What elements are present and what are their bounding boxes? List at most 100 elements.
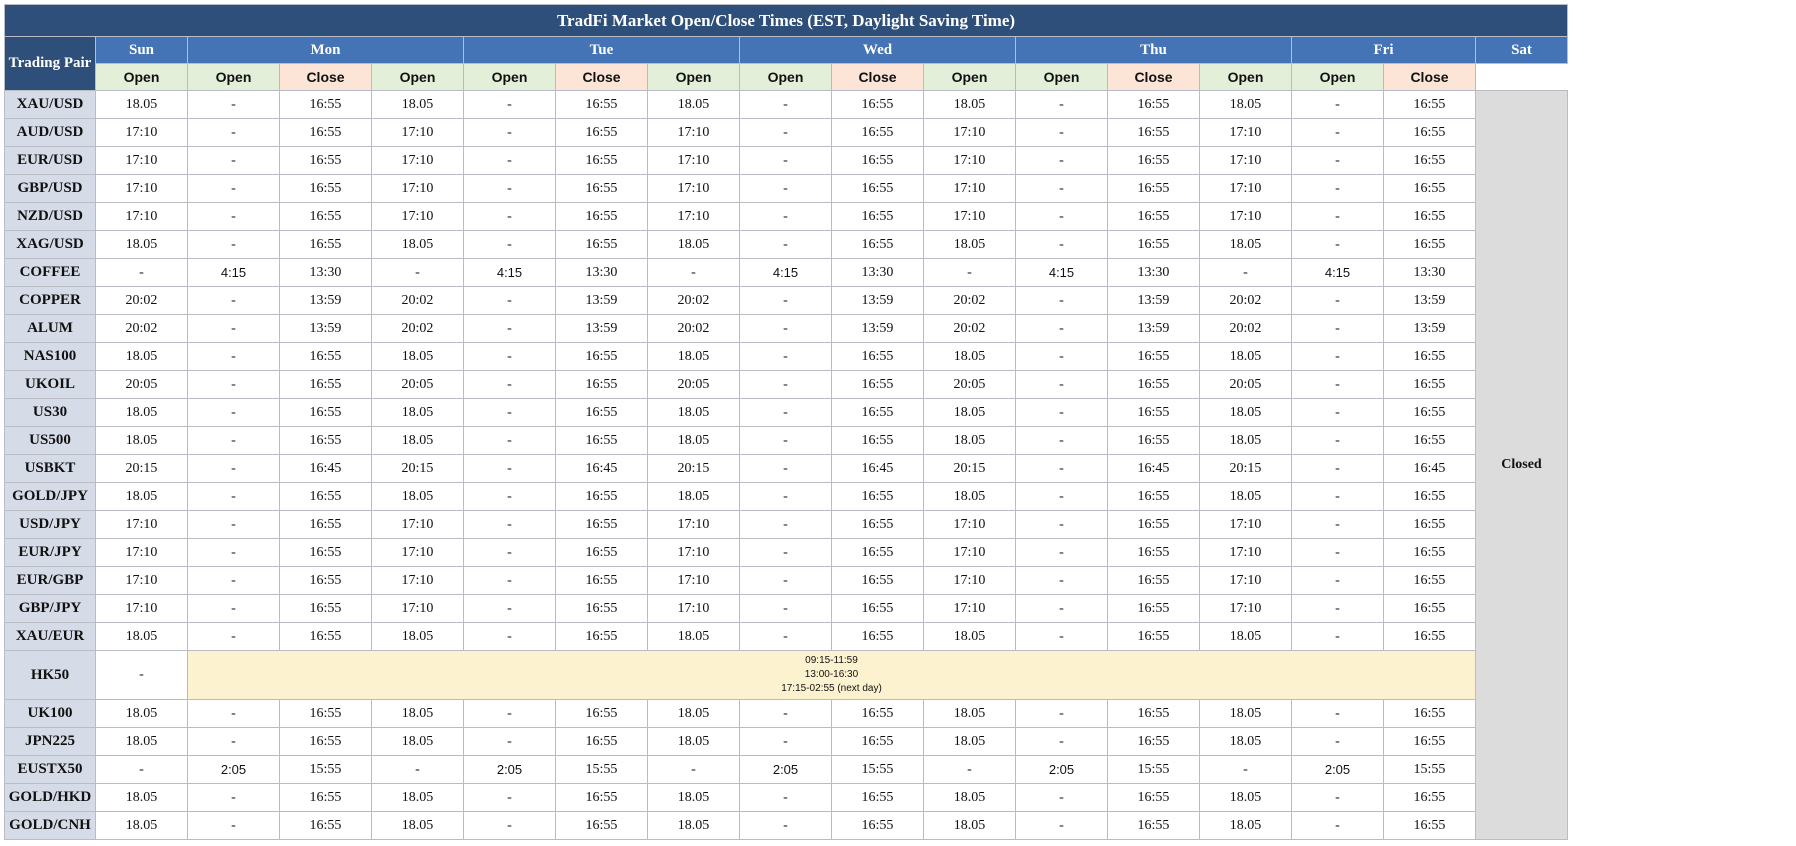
time-cell: 17:10 — [95, 594, 188, 623]
time-cell: 16:55 — [831, 342, 924, 371]
time-cell: 18.05 — [923, 727, 1016, 756]
time-cell: - — [95, 650, 188, 700]
time-cell: 18.05 — [923, 230, 1016, 259]
time-cell: 16:55 — [1383, 118, 1476, 147]
time-cell: - — [187, 90, 280, 119]
time-cell: 16:55 — [555, 783, 648, 812]
time-cell: - — [1291, 594, 1384, 623]
time-cell: - — [739, 482, 832, 511]
time-cell: - — [187, 370, 280, 399]
trading-pair-header: Trading Pair — [4, 36, 96, 91]
time-cell: 16:55 — [555, 174, 648, 203]
time-cell: - — [463, 811, 556, 840]
time-cell: 16:55 — [1383, 594, 1476, 623]
time-cell: 16:55 — [831, 699, 924, 728]
time-cell: 16:55 — [279, 146, 372, 175]
time-cell: 2:05 — [463, 755, 556, 784]
time-cell: 16:55 — [1107, 510, 1200, 539]
time-cell: - — [95, 755, 188, 784]
time-cell: 20:15 — [923, 454, 1016, 483]
time-cell: 17:10 — [371, 566, 464, 595]
time-cell: 16:55 — [279, 699, 372, 728]
time-cell: 16:55 — [1383, 202, 1476, 231]
pair-label: GOLD/HKD — [4, 783, 96, 812]
pair-label: AUD/USD — [4, 118, 96, 147]
time-cell: 17:10 — [1199, 174, 1292, 203]
time-cell: - — [463, 426, 556, 455]
time-cell: 18.05 — [647, 426, 740, 455]
time-cell: - — [647, 258, 740, 287]
time-cell: 18.05 — [1199, 727, 1292, 756]
time-cell: 16:55 — [279, 202, 372, 231]
time-cell: 18.05 — [647, 90, 740, 119]
time-cell: 16:55 — [279, 118, 372, 147]
pair-label: EUR/USD — [4, 146, 96, 175]
time-cell: - — [739, 426, 832, 455]
time-cell: - — [1291, 510, 1384, 539]
time-cell: 18.05 — [95, 783, 188, 812]
time-cell: 20:02 — [923, 314, 1016, 343]
session-line: 13:00-16:30 — [804, 669, 859, 680]
time-cell: 16:55 — [1107, 426, 1200, 455]
time-cell: 18.05 — [647, 398, 740, 427]
time-cell: 15:55 — [1383, 755, 1476, 784]
session-line: 17:15-02:55 (next day) — [781, 683, 882, 694]
time-cell: - — [1199, 755, 1292, 784]
time-cell: - — [1015, 811, 1108, 840]
time-cell: 17:10 — [923, 146, 1016, 175]
time-cell: 17:10 — [371, 538, 464, 567]
time-cell: 17:10 — [371, 118, 464, 147]
time-cell: 16:55 — [1383, 538, 1476, 567]
time-cell: - — [1015, 286, 1108, 315]
time-cell: 18.05 — [95, 727, 188, 756]
time-cell: - — [1015, 230, 1108, 259]
day-header-sat: Sat — [1475, 36, 1568, 64]
time-cell: - — [1291, 699, 1384, 728]
time-cell: 4:15 — [187, 258, 280, 287]
day-header-mon: Mon — [187, 36, 464, 64]
time-cell: - — [463, 202, 556, 231]
pair-label: XAG/USD — [4, 230, 96, 259]
time-cell: 20:02 — [647, 286, 740, 315]
time-cell: 16:55 — [555, 230, 648, 259]
time-cell: - — [463, 454, 556, 483]
time-cell: - — [463, 482, 556, 511]
time-cell: - — [463, 118, 556, 147]
time-cell: 16:55 — [555, 398, 648, 427]
time-cell: 16:55 — [1107, 727, 1200, 756]
time-cell: - — [739, 510, 832, 539]
table-row: EUR/GBP 17:10-16:55 17:10-16:55 17:10-16:55… — [4, 566, 1568, 595]
time-cell: - — [1015, 454, 1108, 483]
time-cell: 18.05 — [371, 699, 464, 728]
table-row: GOLD/HKD 18.05-16:55 18.05-16:55 18.05-16:5… — [4, 783, 1568, 812]
table-row: XAU/EUR 18.05-16:55 18.05-16:55 18.05-16:55… — [4, 622, 1568, 651]
day-header-wed: Wed — [739, 36, 1016, 64]
time-cell: 17:10 — [371, 174, 464, 203]
time-cell: 18.05 — [1199, 783, 1292, 812]
time-cell: - — [1291, 146, 1384, 175]
time-cell: - — [739, 811, 832, 840]
time-cell: - — [739, 230, 832, 259]
day-header-sun: Sun — [95, 36, 188, 64]
time-cell: 16:55 — [279, 230, 372, 259]
time-cell: 16:55 — [1107, 146, 1200, 175]
time-cell: 16:55 — [279, 174, 372, 203]
table-row: COPPER 20:02-13:59 20:02-13:59 20:02-13:59 2… — [4, 286, 1568, 315]
time-cell: 18.05 — [1199, 699, 1292, 728]
time-cell: 16:55 — [831, 622, 924, 651]
time-cell: 18.05 — [647, 811, 740, 840]
table-row: GOLD/JPY 18.05-16:55 18.05-16:55 18.05-16:5… — [4, 482, 1568, 511]
time-cell: 16:55 — [1107, 202, 1200, 231]
time-cell: - — [95, 258, 188, 287]
time-cell: 4:15 — [463, 258, 556, 287]
table-row: GBP/JPY 17:10-16:55 17:10-16:55 17:10-16:55… — [4, 594, 1568, 623]
time-cell: - — [1291, 174, 1384, 203]
time-cell: - — [739, 146, 832, 175]
time-cell: - — [187, 811, 280, 840]
time-cell: 16:55 — [831, 202, 924, 231]
hk50-session-note: 09:15-11:59 13:00-16:30 17:15-02:55 (next … — [187, 650, 1476, 700]
table-row: NZD/USD 17:10-16:55 17:10-16:55 17:10-16:55… — [4, 202, 1568, 231]
time-cell: - — [1291, 118, 1384, 147]
time-cell: 16:55 — [555, 594, 648, 623]
time-cell: 2:05 — [1291, 755, 1384, 784]
